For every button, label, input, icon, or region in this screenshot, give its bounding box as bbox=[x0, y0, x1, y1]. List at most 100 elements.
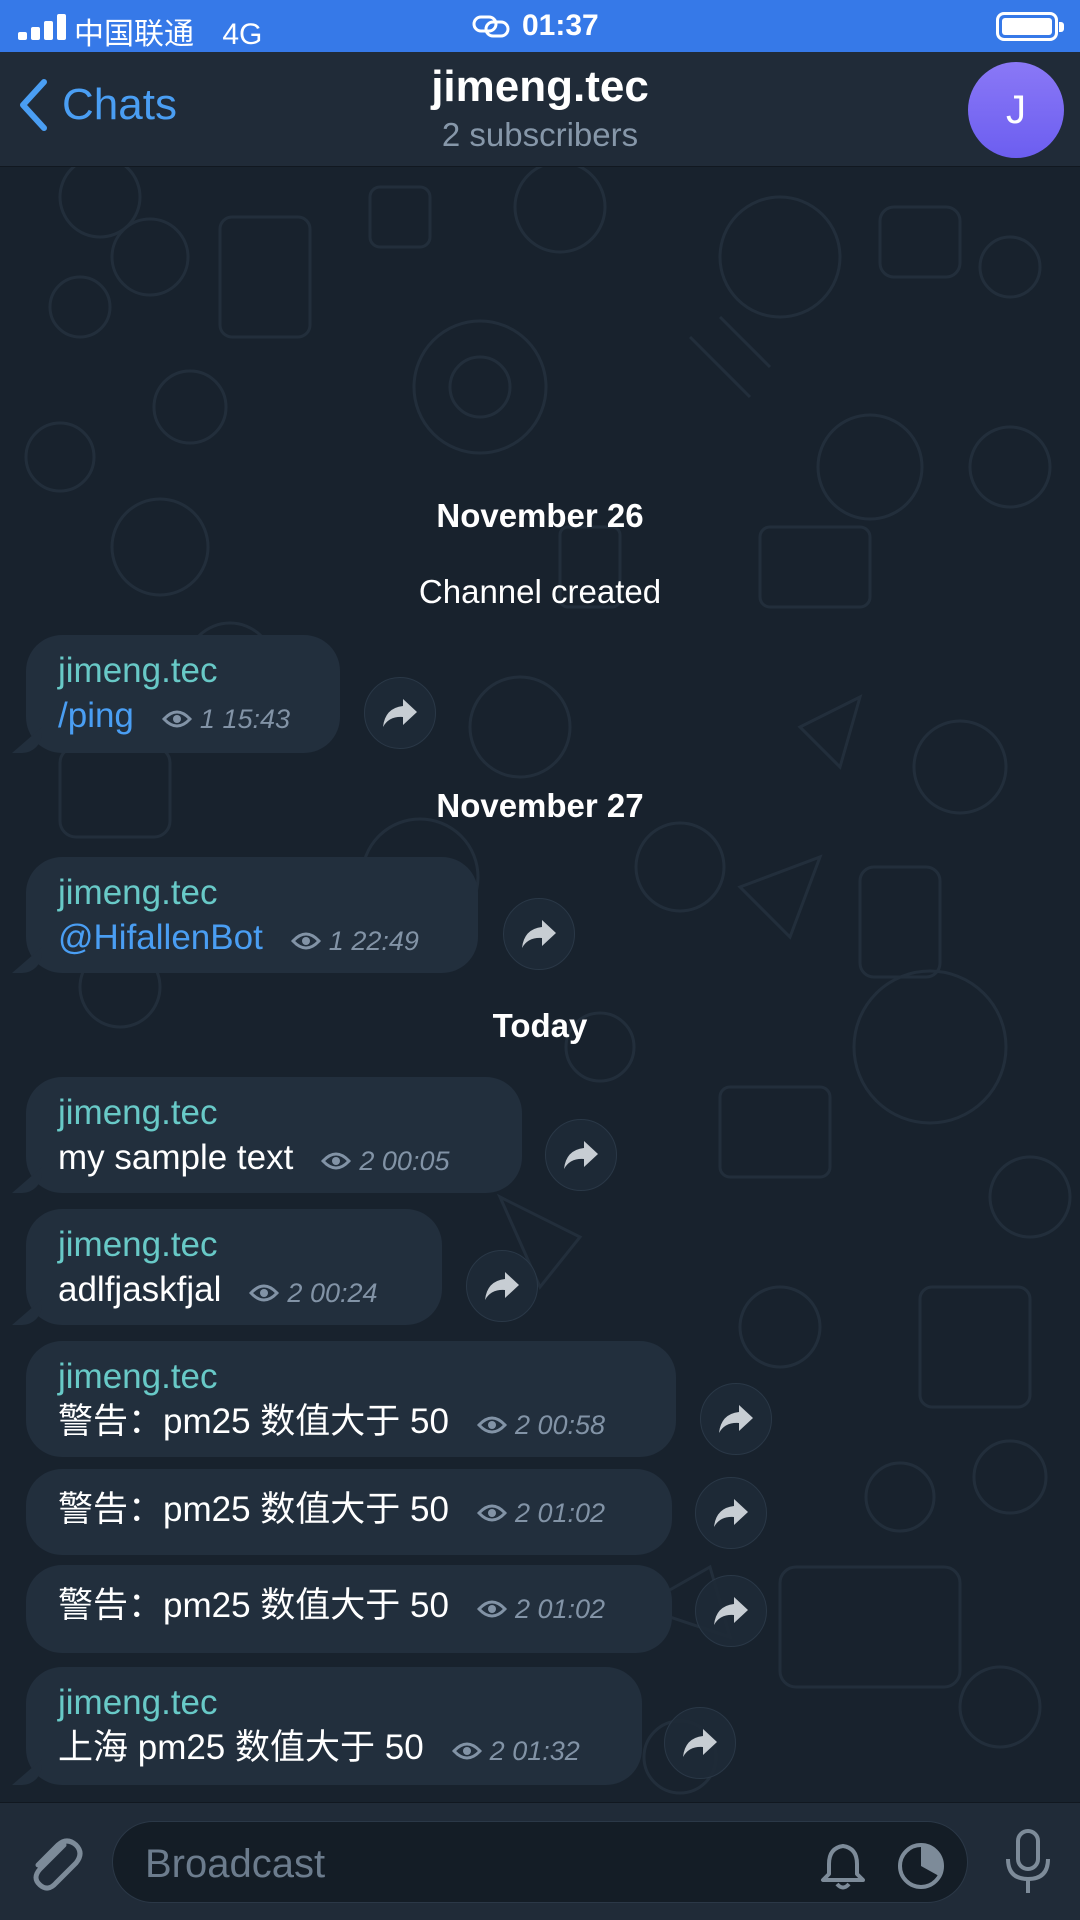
share-button[interactable] bbox=[503, 898, 575, 970]
eye-icon bbox=[476, 1600, 507, 1618]
message-bubble[interactable]: jimeng.tec 上海 pm25 数值大于 50 2 01:32 bbox=[26, 1667, 642, 1785]
message-bubble[interactable]: 警告：pm25 数值大于 50 2 01:02 bbox=[26, 1469, 672, 1555]
message-bubble[interactable]: jimeng.tec my sample text 2 00:05 bbox=[26, 1077, 522, 1193]
message-meta: 2 00:58 bbox=[476, 1405, 606, 1445]
share-arrow-icon bbox=[714, 1499, 748, 1527]
share-arrow-icon bbox=[522, 920, 556, 948]
share-button[interactable] bbox=[364, 677, 436, 749]
share-button[interactable] bbox=[466, 1250, 538, 1322]
channel-info[interactable]: jimeng.tec 2 subscribers bbox=[0, 62, 1080, 154]
share-arrow-icon bbox=[683, 1729, 717, 1757]
message-meta: 2 01:32 bbox=[451, 1731, 580, 1771]
carrier-info: 中国联通 4G bbox=[74, 9, 262, 53]
eye-icon bbox=[161, 710, 192, 728]
message-sender: jimeng.tec bbox=[58, 873, 218, 912]
network-type: 4G bbox=[222, 18, 263, 51]
chat-header: Chats jimeng.tec 2 subscribers J bbox=[0, 52, 1080, 167]
broadcast-input[interactable]: Broadcast bbox=[112, 1821, 968, 1903]
paperclip-icon bbox=[33, 1838, 83, 1891]
message-time: 00:24 bbox=[309, 1278, 378, 1308]
eye-icon bbox=[476, 1504, 507, 1522]
message-time: 01:32 bbox=[512, 1736, 580, 1766]
voice-record-button[interactable] bbox=[1004, 1827, 1052, 1902]
attach-button[interactable] bbox=[24, 1831, 86, 1898]
message-time: 00:05 bbox=[381, 1146, 450, 1176]
share-arrow-icon bbox=[485, 1272, 519, 1300]
message-bubble[interactable]: jimeng.tec adlfjaskfjal 2 00:24 bbox=[26, 1209, 442, 1325]
message-time: 22:49 bbox=[351, 926, 419, 956]
message-bubble[interactable]: jimeng.tec 警告：pm25 数值大于 50 2 00:58 bbox=[26, 1341, 676, 1457]
share-button[interactable] bbox=[700, 1383, 772, 1455]
share-arrow-icon bbox=[714, 1597, 748, 1625]
message-sender: jimeng.tec bbox=[58, 1225, 218, 1264]
avatar-letter: J bbox=[1006, 87, 1026, 132]
message-bubble[interactable]: jimeng.tec /ping 1 15:43 bbox=[26, 635, 340, 753]
microphone-icon bbox=[1006, 1829, 1050, 1893]
message-list[interactable]: November 26 Channel created jimeng.tec /… bbox=[0, 167, 1080, 1802]
message-time: 15:43 bbox=[222, 704, 291, 734]
message-bubble[interactable]: jimeng.tec @HifallenBot 1 22:49 bbox=[26, 857, 478, 973]
view-count: 2 bbox=[489, 1736, 505, 1766]
battery-icon bbox=[996, 12, 1064, 41]
status-time: 01:37 bbox=[522, 9, 599, 42]
message-bubble[interactable]: 警告：pm25 数值大于 50 2 01:02 bbox=[26, 1565, 672, 1653]
share-button[interactable] bbox=[695, 1477, 767, 1549]
message-time: 01:02 bbox=[537, 1594, 606, 1624]
avatar[interactable]: J bbox=[968, 62, 1064, 158]
subscriber-count: 2 subscribers bbox=[441, 116, 639, 153]
silent-toggle-button[interactable] bbox=[817, 1840, 869, 1897]
eye-icon bbox=[290, 932, 321, 950]
view-count: 1 bbox=[199, 704, 215, 734]
input-placeholder: Broadcast bbox=[145, 1842, 326, 1886]
eye-icon bbox=[321, 1152, 352, 1170]
view-count: 2 bbox=[514, 1498, 530, 1528]
bell-icon bbox=[821, 1844, 865, 1890]
status-bar: 中国联通 4G 01:37 bbox=[0, 0, 1080, 52]
message-meta: 1 22:49 bbox=[290, 921, 419, 961]
message-text: adlfjaskfjal bbox=[58, 1270, 222, 1309]
share-button[interactable] bbox=[695, 1575, 767, 1647]
message-meta: 2 01:02 bbox=[476, 1589, 606, 1629]
input-bar: Broadcast bbox=[0, 1802, 1080, 1920]
share-arrow-icon bbox=[383, 699, 417, 727]
channel-title: jimeng.tec bbox=[431, 62, 649, 111]
message-text: 警告：pm25 数值大于 50 bbox=[58, 1490, 449, 1529]
message-sender: jimeng.tec bbox=[58, 651, 218, 690]
message-sender: jimeng.tec bbox=[58, 1357, 218, 1396]
background-pattern bbox=[24, 167, 1072, 1795]
message-meta: 2 00:05 bbox=[321, 1141, 449, 1181]
view-count: 2 bbox=[287, 1278, 303, 1308]
share-button[interactable] bbox=[664, 1707, 736, 1779]
message-text: 警告：pm25 数值大于 50 bbox=[58, 1586, 449, 1625]
view-count: 1 bbox=[328, 926, 344, 956]
eye-icon bbox=[451, 1742, 482, 1760]
service-message: Channel created bbox=[418, 573, 662, 610]
status-time-group: 01:37 bbox=[472, 9, 599, 43]
date-separator: Today bbox=[492, 1007, 588, 1044]
view-count: 2 bbox=[359, 1146, 375, 1176]
date-separator: November 27 bbox=[436, 787, 644, 824]
message-text[interactable]: @HifallenBot bbox=[58, 915, 263, 961]
signal-icon bbox=[18, 14, 68, 40]
message-meta: 2 00:24 bbox=[249, 1273, 378, 1313]
carrier-name: 中国联通 bbox=[74, 18, 194, 51]
message-sender: jimeng.tec bbox=[58, 1683, 218, 1722]
eye-icon bbox=[249, 1284, 280, 1302]
schedule-button[interactable] bbox=[895, 1840, 947, 1897]
message-text: 警告：pm25 数值大于 50 bbox=[58, 1402, 449, 1441]
message-meta: 1 15:43 bbox=[161, 699, 291, 739]
timer-icon bbox=[898, 1843, 944, 1889]
share-arrow-icon bbox=[564, 1141, 598, 1169]
view-count: 2 bbox=[514, 1410, 530, 1440]
share-button[interactable] bbox=[545, 1119, 617, 1191]
message-meta: 2 01:02 bbox=[476, 1493, 605, 1533]
link-icon bbox=[472, 15, 510, 38]
message-text[interactable]: /ping bbox=[58, 693, 134, 739]
eye-icon bbox=[476, 1416, 507, 1434]
share-arrow-icon bbox=[719, 1405, 753, 1433]
message-text: my sample text bbox=[58, 1138, 294, 1177]
date-separator: November 26 bbox=[436, 497, 644, 534]
message-time: 00:58 bbox=[537, 1410, 606, 1440]
view-count: 2 bbox=[514, 1594, 530, 1624]
message-sender: jimeng.tec bbox=[58, 1093, 218, 1132]
